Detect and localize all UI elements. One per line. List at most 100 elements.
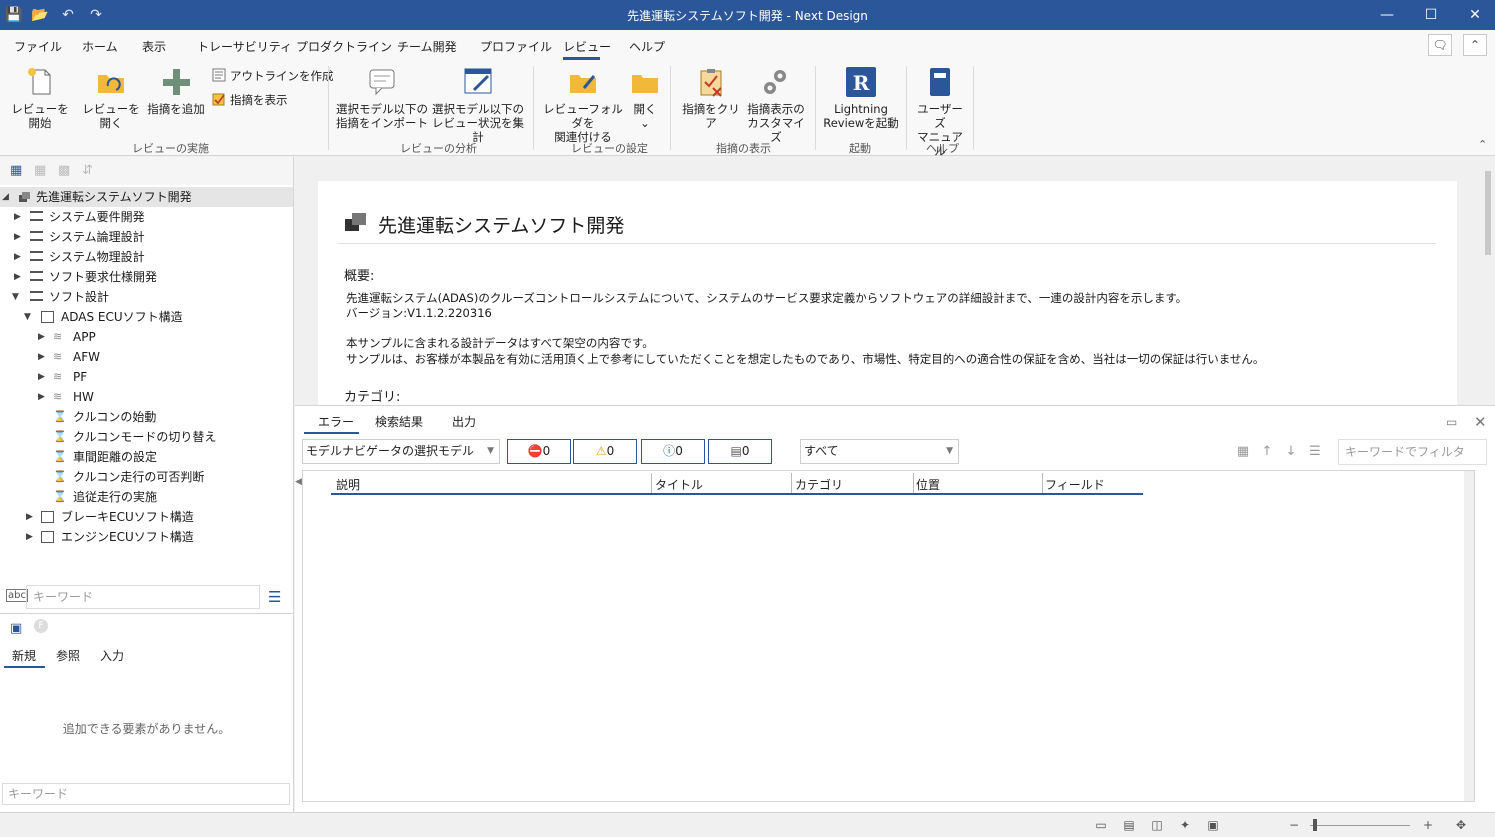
open-review-button[interactable]: レビューを開く (78, 66, 144, 130)
tree-item[interactable]: ▶ システム要件開発 (0, 207, 293, 227)
layout-single-icon[interactable]: ▭ (1092, 817, 1110, 833)
collapse-icon[interactable]: ▼ (24, 307, 34, 327)
chevron-left-icon[interactable]: ◀ (295, 477, 302, 487)
column-title[interactable]: タイトル (655, 476, 703, 493)
tree-item[interactable]: ▶ ブレーキECUソフト構造 (0, 507, 293, 527)
tree-item[interactable]: ⌛ クルコンの始動 (0, 407, 293, 427)
expand-icon[interactable]: ▶ (38, 367, 48, 387)
tab-output[interactable]: 出力 (452, 413, 476, 430)
clear-list-icon[interactable]: ☰ (1307, 444, 1323, 460)
column-description[interactable]: 説明 (336, 476, 360, 493)
arrow-down-icon[interactable]: ↓ (1283, 444, 1299, 460)
error-filter-button[interactable]: ⛔0 (507, 439, 571, 464)
menu-productline[interactable]: プロダクトライン (296, 38, 392, 55)
menu-help[interactable]: ヘルプ (629, 38, 665, 55)
info-filter-button[interactable]: ⓘ0 (641, 439, 705, 464)
tree-item[interactable]: ▶ ≋ HW (0, 387, 293, 407)
column-divider[interactable] (791, 473, 792, 493)
zoom-slider[interactable] (1310, 825, 1410, 826)
expand-icon[interactable]: ▶ (38, 387, 48, 407)
copy-model-icon[interactable]: ▩ (58, 163, 70, 178)
tree-item[interactable]: ⌛ クルコン走行の可否判断 (0, 467, 293, 487)
tab-new[interactable]: 新規 (12, 647, 36, 664)
tree-item[interactable]: ▼ ソフト設計 (0, 287, 293, 307)
menu-file[interactable]: ファイル (14, 38, 62, 55)
column-field[interactable]: フィールド (1045, 476, 1105, 493)
expand-icon[interactable]: ▶ (26, 507, 36, 527)
open-dropdown-button[interactable]: 開く ⌄ (626, 66, 664, 130)
menu-traceability[interactable]: トレーサビリティ (197, 38, 292, 55)
tree-item[interactable]: ⌛ 追従走行の実施 (0, 487, 293, 507)
column-divider[interactable] (913, 473, 914, 493)
close-panel-icon[interactable]: ✕ (1474, 413, 1487, 431)
tree-item[interactable]: ⌛ クルコンモードの切り替え (0, 427, 293, 447)
keyword-filter-input[interactable]: キーワードでフィルタ (1338, 439, 1487, 465)
close-button[interactable]: ✕ (1453, 0, 1495, 30)
toolbox-icon[interactable]: ▣ (10, 621, 22, 636)
tree-item[interactable]: ▶ ≋ AFW (0, 347, 293, 367)
collapse-ribbon-icon[interactable]: ⌃ (1463, 34, 1487, 56)
start-review-button[interactable]: レビューを開始 (6, 66, 74, 130)
tab-reference[interactable]: 参照 (56, 647, 80, 664)
level-select[interactable]: すべて ▼ (800, 439, 959, 464)
layout-horizontal-icon[interactable]: ▤ (1120, 817, 1138, 833)
maximize-panel-icon[interactable]: ▭ (1446, 415, 1457, 429)
show-comments-button[interactable]: 指摘を表示 (212, 92, 288, 108)
maximize-button[interactable]: ☐ (1409, 0, 1453, 30)
menu-review[interactable]: レビュー (563, 38, 611, 55)
column-category[interactable]: カテゴリ (795, 476, 843, 493)
ribbon-collapse-icon[interactable]: ⌃ (1478, 138, 1487, 151)
tree-view-icon[interactable]: ▦ (10, 163, 22, 178)
layout-vertical-icon[interactable]: ◫ (1148, 817, 1166, 833)
grid-scrollbar[interactable] (1464, 471, 1474, 801)
tab-input[interactable]: 入力 (100, 647, 124, 664)
add-model-icon[interactable]: ▦ (34, 163, 46, 178)
scope-select[interactable]: モデルナビゲータの選択モデル ▼ (302, 439, 500, 464)
expand-icon[interactable]: ▶ (14, 267, 24, 287)
launch-lightning-review-button[interactable]: R Lightning Reviewを起動 (822, 66, 900, 130)
wand-icon[interactable]: ✦ (1176, 817, 1194, 833)
menu-view[interactable]: 表示 (142, 38, 166, 55)
sort-icon[interactable]: ⇵ (82, 163, 93, 178)
tree-item[interactable]: ▶ エンジンECUソフト構造 (0, 527, 293, 547)
customize-display-button[interactable]: 指摘表示の カスタマイズ (744, 66, 808, 144)
fit-to-window-icon[interactable]: ✥ (1452, 817, 1470, 833)
tab-errors[interactable]: エラー (318, 413, 354, 430)
view-settings-icon[interactable]: ▣ (1204, 817, 1222, 833)
associate-folder-button[interactable]: レビューフォルダを 関連付ける (540, 66, 626, 144)
tree-item[interactable]: ⌛ 車間距離の設定 (0, 447, 293, 467)
menu-team[interactable]: チーム開発 (397, 38, 457, 55)
tree-item[interactable]: ▶ ソフト要求仕様開発 (0, 267, 293, 287)
element-keyword-input[interactable]: キーワード (2, 783, 290, 805)
tree-item[interactable]: ▶ ≋ PF (0, 367, 293, 387)
expand-icon[interactable]: ▶ (26, 527, 36, 547)
expand-icon[interactable]: ▶ (14, 207, 24, 227)
search-mode-icon[interactable]: abc (6, 589, 28, 602)
feedback-icon[interactable]: 🗨 (1428, 34, 1452, 56)
menu-home[interactable]: ホーム (82, 38, 118, 55)
tree-item[interactable]: ▶ システム論理設計 (0, 227, 293, 247)
arrow-up-icon[interactable]: ↑ (1259, 444, 1275, 460)
zoom-in-icon[interactable]: + (1419, 817, 1437, 833)
zoom-out-icon[interactable]: − (1285, 817, 1303, 833)
collapse-icon[interactable]: ▼ (12, 287, 22, 307)
aggregate-status-button[interactable]: 選択モデル以下の レビュー状況を集計 (430, 66, 526, 144)
minimize-button[interactable]: — (1365, 0, 1409, 30)
profile-badge-icon[interactable]: F (34, 619, 48, 633)
keyword-input[interactable]: キーワード (26, 585, 260, 609)
menu-profile[interactable]: プロファイル (480, 38, 552, 55)
filter-settings-icon[interactable]: ☰ (268, 588, 281, 606)
expand-icon[interactable]: ▶ (38, 347, 48, 367)
expand-icon[interactable]: ▶ (38, 327, 48, 347)
tab-search-results[interactable]: 検索結果 (375, 413, 423, 430)
document-scrollbar[interactable] (1483, 157, 1493, 405)
message-filter-button[interactable]: ▤0 (708, 439, 772, 464)
tree-item[interactable]: ▶ システム物理設計 (0, 247, 293, 267)
tree-item[interactable]: ▶ ≋ APP (0, 327, 293, 347)
tree-item[interactable]: ▼ ADAS ECUソフト構造 (0, 307, 293, 327)
add-comment-button[interactable]: 指摘を追加 (146, 66, 206, 116)
warning-filter-button[interactable]: ⚠0 (573, 439, 637, 464)
zoom-slider-thumb[interactable] (1313, 819, 1317, 831)
create-outline-button[interactable]: アウトラインを作成 (212, 68, 334, 84)
clear-comments-button[interactable]: 指摘をクリア (678, 66, 744, 130)
